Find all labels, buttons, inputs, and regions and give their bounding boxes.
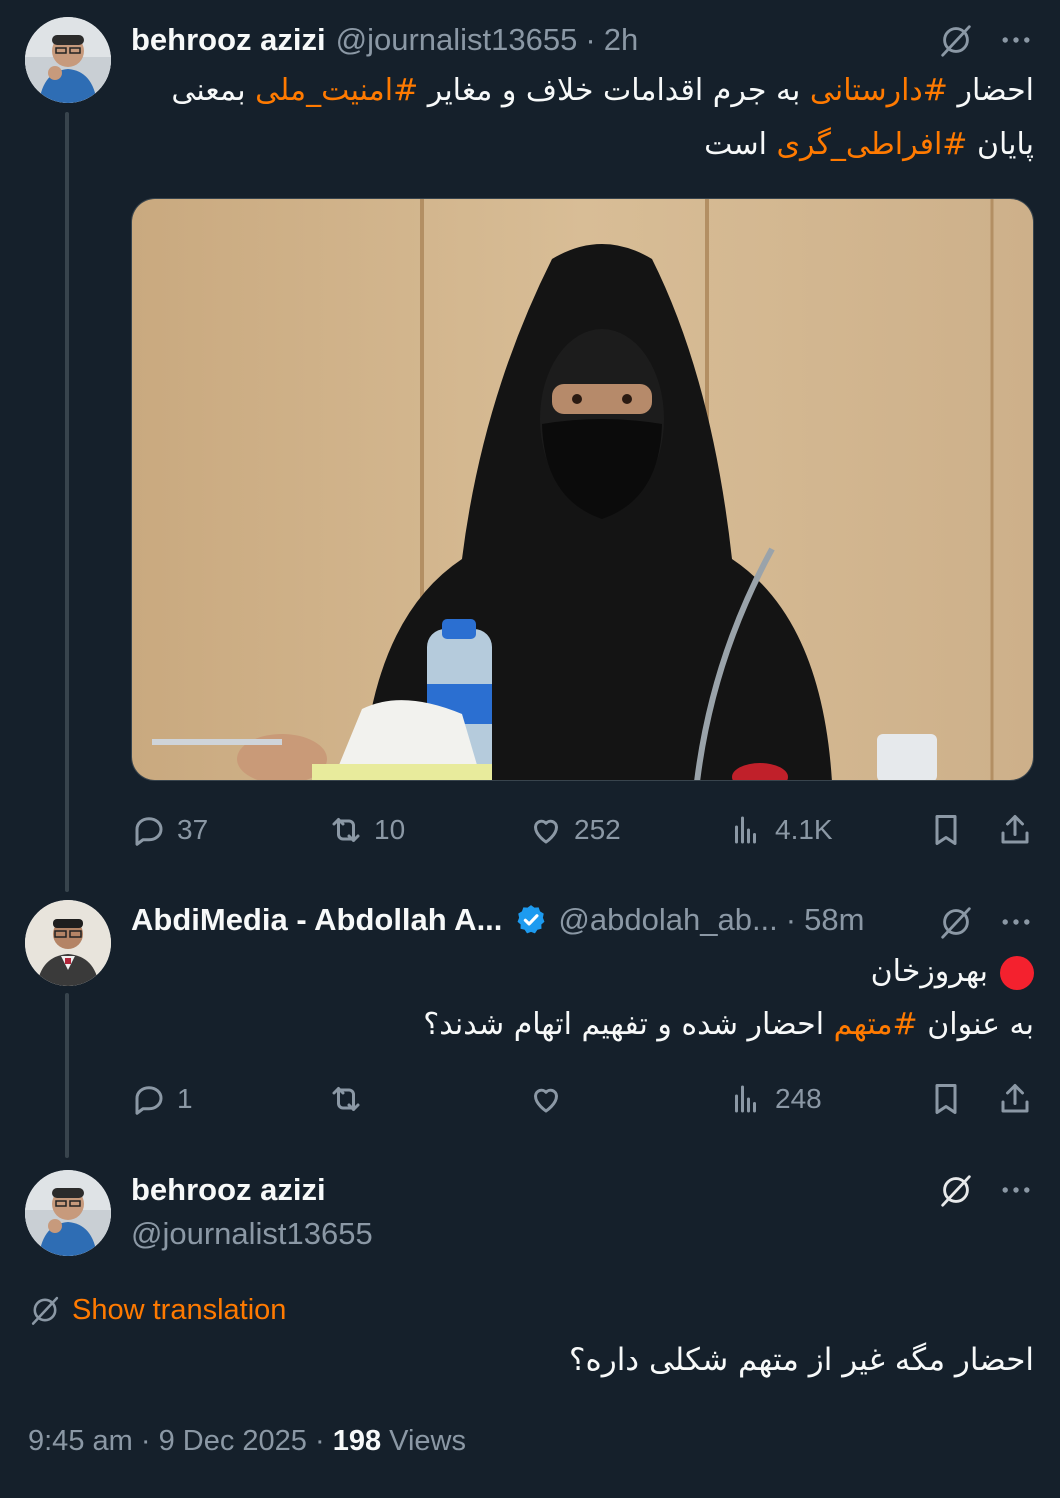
reply-button[interactable]: 1 [131,1074,193,1124]
text-segment: احضار مگه غیر از متهم شکلی داره؟ [569,1342,1034,1378]
separator-dot: · [785,902,797,937]
hashtag-link[interactable]: #افراطی_گری [777,127,968,162]
verified-badge-icon [517,905,545,934]
tweet-actions: 1 248 [131,1074,1034,1124]
heart-icon [534,1088,558,1113]
tweet-header-handle: @journalist13655 [121,1214,373,1254]
tweet-header-name: behrooz azizi [131,1170,326,1210]
share-icon [1001,1084,1029,1113]
retweet-button[interactable]: 10 [328,805,405,855]
share-button[interactable] [997,1074,1033,1124]
share-icon [1001,815,1029,844]
text-segment: است [704,127,777,162]
show-translation-label[interactable]: Show translation [72,1294,286,1327]
display-name[interactable]: behrooz azizi [131,22,326,58]
display-name[interactable]: AbdiMedia - Abdollah A... [131,902,502,938]
retweet-button[interactable] [328,1074,374,1124]
heart-icon [534,819,558,844]
tweet-text: احضار #دارستانی به جرم اقدامات خلاف و مغ… [131,64,1034,172]
grok-icon[interactable] [936,1170,976,1210]
tweet-text-line: بهروزخان [131,945,1034,999]
user-handle[interactable]: @journalist13655 [336,22,578,58]
more-options-icon[interactable] [996,902,1036,942]
views-label: Views [389,1425,467,1457]
share-button[interactable] [997,805,1033,855]
retweet-icon [332,1087,360,1111]
text-segment: احضار [947,73,1034,108]
avatar[interactable] [25,1170,111,1256]
tweet-header: behrooz azizi @journalist13655 · 2h [131,20,638,60]
analytics-icon [735,816,756,844]
reply-count: 1 [177,1083,193,1114]
tweet-footer-meta: 9:45 am · 9 Dec 2025 · 198 Views [28,1425,466,1458]
separator-dot: · [140,1425,151,1457]
retweet-icon [332,818,360,842]
reply-button[interactable]: 37 [131,805,208,855]
tweet-text-line: به عنوان #متهم احضار شده و تفهیم اتهام ش… [131,998,1034,1052]
views-count: 248 [775,1083,822,1114]
timestamp[interactable]: 58m [804,902,864,938]
views-count: 198 [332,1425,382,1457]
timestamp[interactable]: 2h [604,22,638,58]
hashtag-link[interactable]: #متهم [834,1007,918,1042]
red-circle-icon [1000,955,1034,990]
tweet-actions: 37 10 252 4.1K [131,805,1034,855]
thread-line [65,112,69,892]
grok-icon[interactable] [936,902,976,942]
avatar[interactable] [25,17,111,103]
avatar[interactable] [25,900,111,986]
reply-count: 37 [177,814,209,845]
show-translation-button[interactable]: Show translation [28,1290,286,1330]
views-button[interactable]: 248 [729,1074,822,1124]
like-button[interactable]: 252 [528,805,621,855]
text-segment: بهروزخان [870,954,988,989]
text-segment: به جرم اقدامات خلاف و مغایر [418,73,810,108]
translate-icon [31,1296,59,1325]
like-button[interactable] [528,1074,574,1124]
tweet-thread: behrooz azizi @journalist13655 · 2h احضا… [0,0,1060,1498]
retweet-count: 10 [374,814,406,845]
bookmark-button[interactable] [928,805,964,855]
display-name[interactable]: behrooz azizi [131,1172,326,1208]
user-handle[interactable]: @abdolah_ab... [558,902,777,938]
user-handle[interactable]: @journalist13655 [131,1216,373,1252]
separator-dot: · [314,1425,325,1457]
reply-icon [135,1086,163,1115]
views-count: 4.1K [775,814,833,845]
more-options-icon[interactable] [996,20,1036,60]
hashtag-link[interactable]: #دارستانی [810,73,948,108]
thread-line [65,993,69,1158]
tweet-text: احضار مگه غیر از متهم شکلی داره؟ [131,1333,1034,1387]
bookmark-icon [935,1084,957,1114]
separator-dot: · [585,22,596,57]
hashtag-link[interactable]: #امنیت_ملی [255,73,418,108]
text-segment: به عنوان [917,1007,1034,1042]
views-button[interactable]: 4.1K [729,805,833,855]
text-segment: احضار شده و تفهیم اتهام شدند؟ [423,1007,834,1042]
tweet-header: AbdiMedia - Abdollah A... @abdolah_ab...… [131,900,864,940]
analytics-icon [735,1085,756,1113]
tweet-media-image[interactable] [131,198,1034,781]
post-date[interactable]: 9 Dec 2025 [159,1425,307,1457]
more-options-icon[interactable] [996,1170,1036,1210]
grok-icon[interactable] [936,20,976,60]
bookmark-button[interactable] [928,1074,964,1124]
reply-icon [135,817,163,846]
like-count: 252 [574,814,621,845]
post-time[interactable]: 9:45 am [28,1425,133,1457]
bookmark-icon [935,815,957,845]
